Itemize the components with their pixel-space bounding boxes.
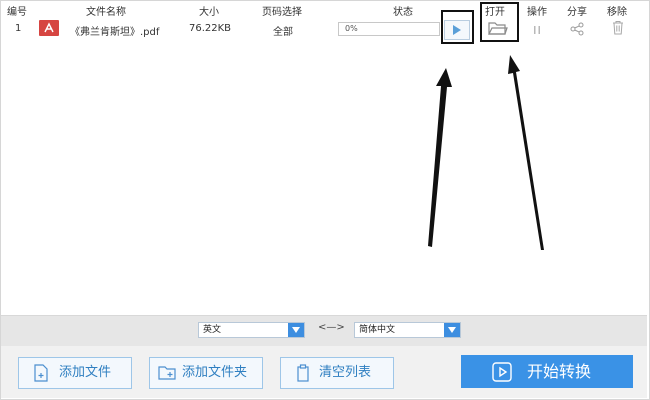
add-file-button[interactable]: 添加文件 <box>18 357 132 389</box>
add-folder-icon <box>158 366 176 380</box>
chevron-down-icon <box>292 327 300 333</box>
chevron-down-icon <box>448 327 456 333</box>
play-icon <box>492 362 512 382</box>
target-language-select[interactable]: 简体中文 <box>354 322 461 338</box>
clear-list-icon <box>297 364 309 382</box>
source-language-value: 英文 <box>203 325 222 335</box>
start-convert-button[interactable]: 开始转换 <box>461 355 633 388</box>
clear-list-button[interactable]: 清空列表 <box>280 357 394 389</box>
language-swap[interactable]: <—> <box>318 322 345 333</box>
add-folder-button[interactable]: 添加文件夹 <box>149 357 263 389</box>
arrow-to-play <box>428 68 452 247</box>
arrow-to-open <box>508 55 544 250</box>
add-folder-label: 添加文件夹 <box>182 365 248 380</box>
source-language-dropdown[interactable] <box>288 323 304 337</box>
clear-list-label: 清空列表 <box>319 365 372 380</box>
start-convert-label: 开始转换 <box>527 362 592 381</box>
target-language-value: 简体中文 <box>359 325 396 335</box>
add-file-icon <box>34 364 48 382</box>
target-language-dropdown[interactable] <box>444 323 460 337</box>
source-language-select[interactable]: 英文 <box>198 322 305 338</box>
add-file-label: 添加文件 <box>59 365 112 380</box>
